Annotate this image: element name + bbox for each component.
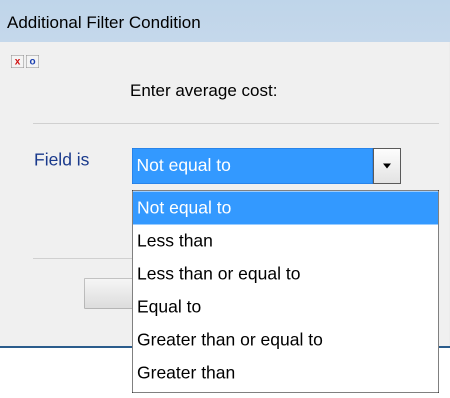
condition-combo-value[interactable]: Not equal to bbox=[132, 148, 373, 184]
close-icon[interactable]: x bbox=[11, 55, 24, 68]
list-item-less-than-or-equal-to[interactable]: Less than or equal to bbox=[133, 258, 438, 291]
scale-wrapper: Additional Filter Condition x o Enter av… bbox=[0, 0, 450, 398]
divider-top bbox=[33, 123, 439, 124]
field-is-label: Field is bbox=[34, 150, 90, 170]
condition-combo[interactable]: Not equal to bbox=[132, 148, 401, 184]
list-item-greater-than[interactable]: Greater than bbox=[133, 357, 438, 390]
combo-dropdown-button[interactable] bbox=[373, 148, 401, 184]
condition-dropdown-list[interactable]: Not equal to Less than Less than or equa… bbox=[132, 190, 439, 393]
list-item-less-than[interactable]: Less than bbox=[133, 225, 438, 258]
list-item-equal-to[interactable]: Equal to bbox=[133, 291, 438, 324]
window-title: Additional Filter Condition bbox=[7, 13, 201, 32]
chevron-down-icon bbox=[383, 163, 391, 169]
title-bar[interactable]: Additional Filter Condition bbox=[0, 0, 450, 42]
list-item-greater-than-or-equal-to[interactable]: Greater than or equal to bbox=[133, 324, 438, 357]
options-icon[interactable]: o bbox=[26, 55, 39, 68]
prompt-text: Enter average cost: bbox=[130, 81, 278, 100]
dialog-mini-icons: x o bbox=[11, 55, 39, 68]
list-item-not-equal-to[interactable]: Not equal to bbox=[133, 191, 438, 225]
